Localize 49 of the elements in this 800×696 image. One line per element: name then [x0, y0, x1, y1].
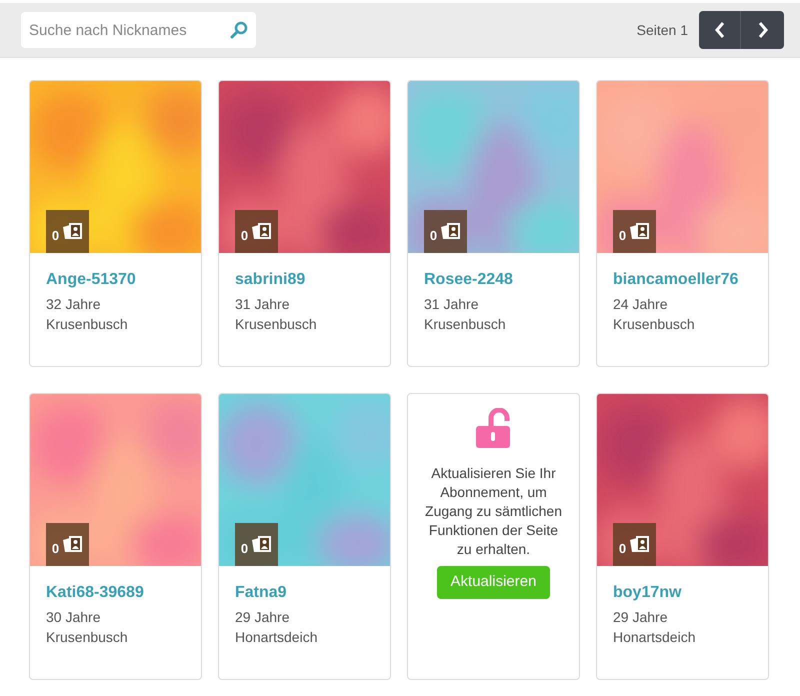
location: Krusenbusch — [613, 315, 696, 334]
search-field[interactable]: Suche nach Nicknames — [21, 12, 256, 48]
location: Honartsdeich — [235, 628, 318, 647]
nickname[interactable]: biancamoeller76 — [613, 269, 752, 291]
nickname[interactable]: boy17nw — [613, 582, 752, 604]
photo-count: 0 — [618, 540, 626, 558]
profile-card[interactable]: 0 biancamoeller76 24 Jahre Krusenbusch — [596, 80, 769, 367]
nickname[interactable]: Fatna9 — [235, 582, 374, 604]
age: 31 Jahre — [235, 295, 290, 314]
profile-card[interactable]: 0 Rosee-2248 31 Jahre Krusenbusch — [407, 80, 580, 367]
upgrade-message: Aktualisieren Sie Ihr Abonnement, um Zugang zu sämtlichen Funktionen der Seite zu erhalten. — [424, 464, 563, 559]
nickname[interactable]: Kati68-39689 — [46, 582, 185, 604]
location: Krusenbusch — [235, 315, 318, 334]
page-label: Seiten 1 — [636, 20, 688, 40]
location: Krusenbusch — [424, 315, 507, 334]
profile-card[interactable]: 0 Ange-51370 32 Jahre Krusenbusch — [29, 80, 202, 367]
chevron-right-icon — [756, 21, 768, 39]
age: 31 Jahre — [424, 295, 480, 314]
location: Krusenbusch — [46, 628, 129, 647]
photo-count: 0 — [240, 226, 248, 245]
age: 32 Jahre — [46, 295, 102, 314]
photo-count: 0 — [618, 226, 626, 245]
profile-card[interactable]: 0 sabrini89 31 Jahre Krusenbusch — [218, 80, 391, 367]
photo-count: 0 — [240, 540, 248, 558]
photos-icon — [628, 534, 650, 554]
nickname[interactable]: Ange-51370 — [46, 269, 185, 291]
nickname[interactable]: Rosee-2248 — [424, 269, 563, 291]
location: Honartsdeich — [613, 628, 696, 647]
photos-icon — [250, 222, 272, 242]
photos-icon — [61, 534, 84, 554]
photo-count: 0 — [52, 226, 60, 245]
nickname[interactable]: sabrini89 — [235, 269, 374, 291]
chevron-left-icon — [714, 21, 726, 39]
photo-count: 0 — [52, 540, 60, 558]
photos-icon — [61, 222, 84, 242]
search-icon[interactable] — [230, 21, 248, 39]
age: 30 Jahre — [46, 608, 102, 627]
age: 24 Jahre — [613, 295, 668, 314]
upgrade-button[interactable]: Aktualisieren — [436, 566, 550, 599]
profile-card[interactable]: 0 Fatna9 29 Jahre Honartsdeich — [218, 393, 391, 680]
location: Krusenbusch — [46, 315, 129, 334]
photos-icon — [628, 222, 650, 242]
age: 29 Jahre — [235, 608, 290, 627]
photos-icon — [250, 534, 272, 554]
profile-card[interactable]: 0 boy17nw 29 Jahre Honartsdeich — [596, 393, 769, 680]
age: 29 Jahre — [613, 608, 668, 627]
photos-icon — [439, 222, 462, 242]
photo-count: 0 — [430, 226, 438, 245]
profile-card[interactable]: 0 Kati68-39689 30 Jahre Krusenbusch — [29, 393, 202, 680]
